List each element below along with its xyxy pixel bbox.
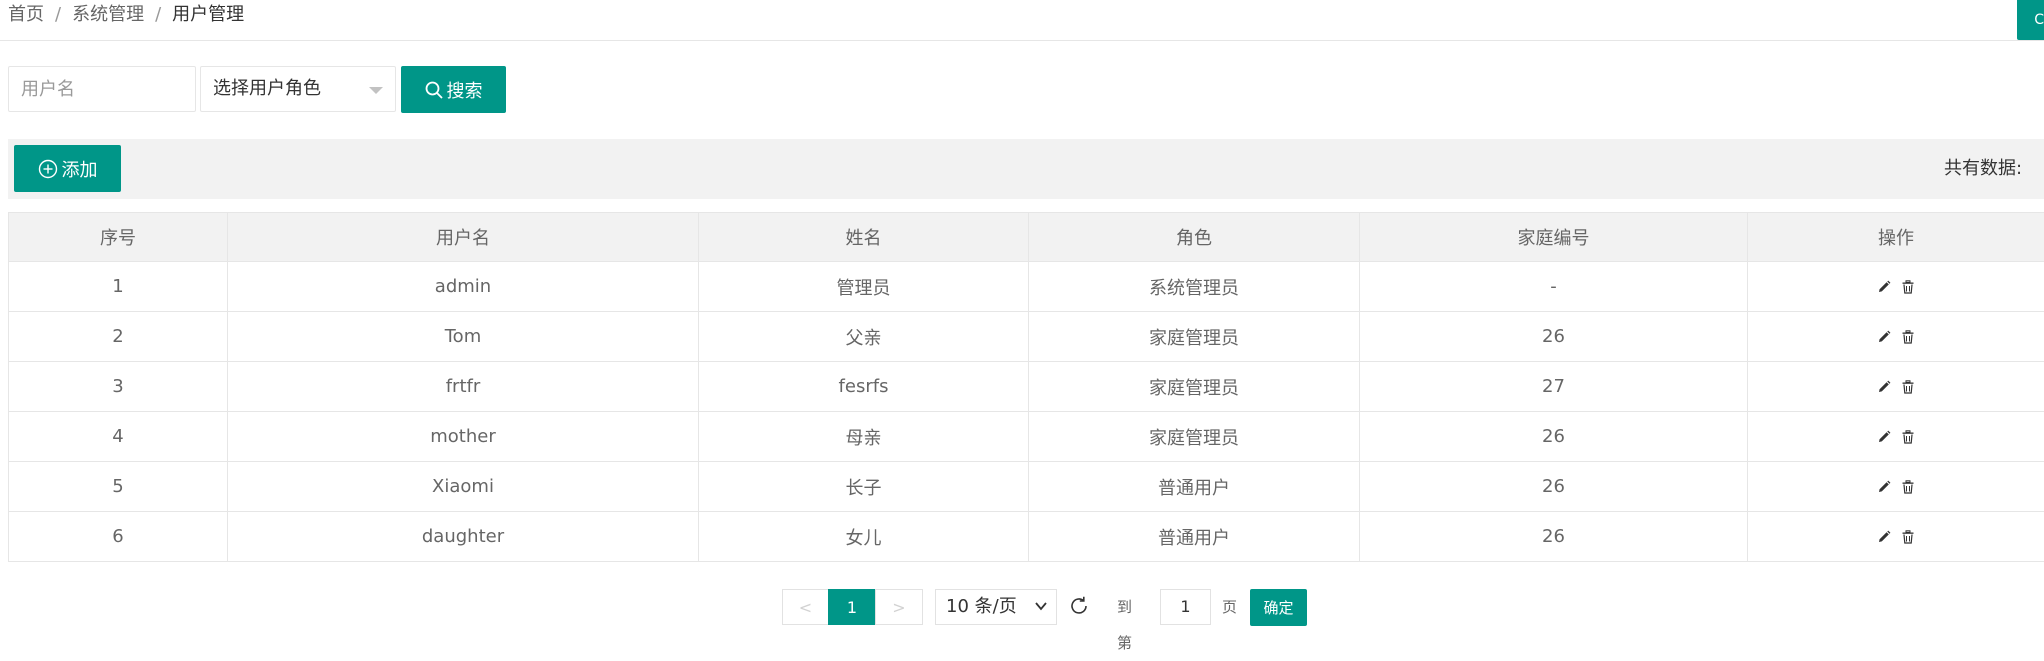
breadcrumb-current: 用户管理 <box>172 4 244 25</box>
divider <box>0 40 2044 41</box>
cell-no: 2 <box>9 312 228 362</box>
edit-icon[interactable] <box>1877 280 1891 294</box>
table-row: 5Xiaomi长子普通用户26 <box>9 462 2044 512</box>
role-select-value: 选择用户角色 <box>213 78 321 99</box>
table-row: 4mother母亲家庭管理员26 <box>9 412 2044 462</box>
delete-icon[interactable] <box>1901 430 1915 444</box>
cell-actions <box>1748 462 2044 512</box>
edit-icon[interactable] <box>1877 380 1891 394</box>
cell-family-id: - <box>1360 262 1748 312</box>
delete-icon[interactable] <box>1901 530 1915 544</box>
column-header-role: 角色 <box>1029 213 1360 262</box>
table-row: 3frtfrfesrfs家庭管理员27 <box>9 362 2044 412</box>
cell-role: 普通用户 <box>1029 512 1360 562</box>
column-header-actions: 操作 <box>1748 213 2044 262</box>
cell-role: 家庭管理员 <box>1029 312 1360 362</box>
next-page-button[interactable]: > <box>875 589 923 625</box>
cell-family-id: 27 <box>1360 362 1748 412</box>
table-header-row: 序号 用户名 姓名 角色 家庭编号 操作 <box>9 213 2044 262</box>
top-right-button-label: C <box>2034 12 2044 28</box>
chevron-down-icon <box>1034 599 1048 613</box>
prev-page-button[interactable]: < <box>782 589 829 625</box>
delete-icon[interactable] <box>1901 480 1915 494</box>
cell-role: 家庭管理员 <box>1029 412 1360 462</box>
delete-icon[interactable] <box>1901 380 1915 394</box>
cell-no: 1 <box>9 262 228 312</box>
goto-confirm-button[interactable]: 确定 <box>1250 589 1307 626</box>
role-select[interactable]: 选择用户角色 <box>200 66 396 112</box>
cell-name: 管理员 <box>699 262 1029 312</box>
goto-page-input[interactable]: 1 <box>1160 589 1211 625</box>
total-count-label: 共有数据: <box>1944 139 2044 199</box>
column-header-no: 序号 <box>9 213 228 262</box>
cell-username: Xiaomi <box>228 462 699 512</box>
cell-name: 女儿 <box>699 512 1029 562</box>
search-icon <box>425 81 443 99</box>
search-button-label: 搜索 <box>447 77 483 103</box>
goto-label: 到第 <box>1117 589 1132 661</box>
table-toolbar: 添加 共有数据: <box>8 139 2044 199</box>
add-button[interactable]: 添加 <box>14 145 121 192</box>
cell-role: 系统管理员 <box>1029 262 1360 312</box>
cell-no: 3 <box>9 362 228 412</box>
page-unit-label: 页 <box>1222 589 1237 625</box>
column-header-family-id: 家庭编号 <box>1360 213 1748 262</box>
cell-name: fesrfs <box>699 362 1029 412</box>
page-size-value: 10 条/页 <box>946 596 1017 617</box>
cell-role: 家庭管理员 <box>1029 362 1360 412</box>
breadcrumb: 首页 / 系统管理 / 用户管理 <box>8 0 244 40</box>
table-row: 1admin管理员系统管理员- <box>9 262 2044 312</box>
edit-icon[interactable] <box>1877 430 1891 444</box>
add-circle-icon <box>38 159 58 179</box>
cell-role: 普通用户 <box>1029 462 1360 512</box>
chevron-down-icon <box>369 87 383 94</box>
cell-family-id: 26 <box>1360 412 1748 462</box>
delete-icon[interactable] <box>1901 330 1915 344</box>
delete-icon[interactable] <box>1901 280 1915 294</box>
breadcrumb-system-management[interactable]: 系统管理 <box>72 4 144 25</box>
cell-no: 4 <box>9 412 228 462</box>
cell-actions <box>1748 512 2044 562</box>
cell-name: 父亲 <box>699 312 1029 362</box>
cell-username: frtfr <box>228 362 699 412</box>
cell-name: 母亲 <box>699 412 1029 462</box>
column-header-name: 姓名 <box>699 213 1029 262</box>
cell-actions <box>1748 362 2044 412</box>
username-search-input[interactable] <box>8 66 196 112</box>
add-button-label: 添加 <box>62 156 98 182</box>
breadcrumb-separator: / <box>155 4 161 25</box>
edit-icon[interactable] <box>1877 330 1891 344</box>
cell-family-id: 26 <box>1360 512 1748 562</box>
column-header-username: 用户名 <box>228 213 699 262</box>
edit-icon[interactable] <box>1877 530 1891 544</box>
cell-username: Tom <box>228 312 699 362</box>
page-size-select[interactable]: 10 条/页 <box>935 589 1057 625</box>
edit-icon[interactable] <box>1877 480 1891 494</box>
top-right-button[interactable]: C <box>2017 0 2044 40</box>
cell-username: mother <box>228 412 699 462</box>
cell-actions <box>1748 412 2044 462</box>
cell-name: 长子 <box>699 462 1029 512</box>
breadcrumb-separator: / <box>55 4 61 25</box>
cell-no: 5 <box>9 462 228 512</box>
cell-username: daughter <box>228 512 699 562</box>
refresh-icon[interactable] <box>1068 595 1090 621</box>
cell-actions <box>1748 312 2044 362</box>
breadcrumb-home[interactable]: 首页 <box>8 4 44 25</box>
cell-family-id: 26 <box>1360 312 1748 362</box>
cell-username: admin <box>228 262 699 312</box>
search-button[interactable]: 搜索 <box>401 66 506 113</box>
cell-family-id: 26 <box>1360 462 1748 512</box>
cell-actions <box>1748 262 2044 312</box>
table-row: 2Tom父亲家庭管理员26 <box>9 312 2044 362</box>
users-table: 序号 用户名 姓名 角色 家庭编号 操作 1admin管理员系统管理员-2Tom… <box>8 212 2044 562</box>
table-row: 6daughter女儿普通用户26 <box>9 512 2044 562</box>
page-1-button[interactable]: 1 <box>828 589 876 625</box>
cell-no: 6 <box>9 512 228 562</box>
